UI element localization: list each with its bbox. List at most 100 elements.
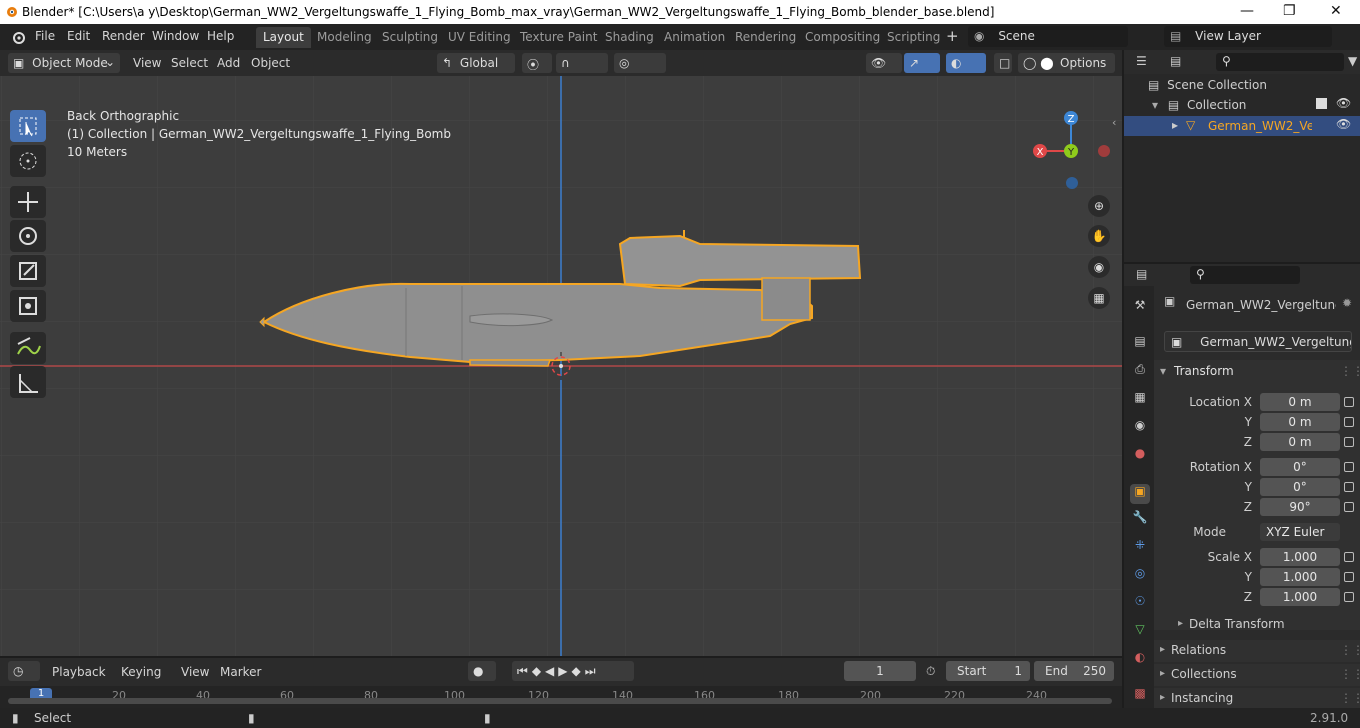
xray-toggle[interactable]: □ (994, 53, 1012, 73)
collections-section[interactable]: ▸ Collections ⋮⋮ (1154, 664, 1360, 686)
expand-arrow-icon[interactable]: ▾ (1152, 98, 1158, 112)
tab-layout[interactable]: Layout (256, 27, 311, 48)
particles-tab-icon[interactable]: ⁜ (1130, 538, 1150, 558)
menu-render[interactable]: Render (102, 29, 145, 43)
drag-handle-icon[interactable]: ⋮⋮ (1340, 667, 1360, 681)
collection-checkbox[interactable] (1316, 98, 1327, 109)
maximize-button[interactable]: ❐ (1283, 3, 1296, 19)
orientation-dropdown[interactable]: ↰ Global (437, 53, 515, 73)
lock-icon[interactable] (1344, 572, 1354, 582)
current-frame-field[interactable]: 1 (844, 661, 916, 681)
lock-icon[interactable] (1344, 462, 1354, 472)
editor-type-icon[interactable]: ☰ (1136, 54, 1147, 68)
tab-modeling[interactable]: Modeling (310, 27, 379, 48)
filter-icon[interactable]: ▼ (1348, 54, 1357, 68)
playback-controls[interactable]: ⏮◆◀▶◆⏭ (512, 661, 634, 681)
expand-arrow-icon[interactable]: ▸ (1178, 618, 1183, 629)
tab-shading[interactable]: Shading (598, 27, 661, 48)
constraints-tab-icon[interactable]: ☉ (1130, 594, 1150, 614)
blender-menu-icon[interactable] (10, 29, 26, 45)
lock-icon[interactable] (1344, 417, 1354, 427)
drag-handle-icon[interactable]: ⋮⋮ (1340, 691, 1360, 705)
zoom-icon[interactable]: ⊕ (1088, 195, 1110, 217)
editor-type-icon[interactable]: ▤ (1136, 267, 1147, 281)
lock-icon[interactable] (1344, 592, 1354, 602)
tab-rendering[interactable]: Rendering (728, 27, 803, 48)
lock-icon[interactable] (1344, 482, 1354, 492)
timeline-menu-keying[interactable]: Keying (121, 665, 161, 679)
measure-tool[interactable] (10, 366, 46, 398)
delta-transform-header[interactable]: Delta Transform (1189, 617, 1285, 631)
rotation-mode-dropdown[interactable]: XYZ Euler (1260, 523, 1340, 541)
end-frame-field[interactable]: End 250 (1034, 661, 1114, 681)
expand-arrow-icon[interactable]: ▸ (1172, 118, 1178, 132)
rotation-x-field[interactable]: 0° (1260, 458, 1340, 476)
timeline-menu-view[interactable]: View (181, 665, 209, 679)
visibility-button[interactable]: 👁 (866, 53, 902, 73)
camera-icon[interactable]: ◉ (1088, 256, 1110, 278)
viewport-menu-view[interactable]: View (133, 56, 161, 70)
object-data-field[interactable]: ▣ German_WW2_Vergeltungswaffe_1_Flying_B… (1164, 331, 1352, 352)
object-visibility-eye-icon[interactable]: 👁 (1336, 117, 1351, 131)
snap-button[interactable]: ∩ (556, 53, 608, 73)
scale-x-field[interactable]: 1.000 (1260, 548, 1340, 566)
scale-z-field[interactable]: 1.000 (1260, 588, 1340, 606)
auto-keying-toggle[interactable]: ● (468, 661, 496, 681)
location-y-field[interactable]: 0 m (1260, 413, 1340, 431)
menu-window[interactable]: Window (152, 29, 199, 43)
physics-tab-icon[interactable]: ◎ (1130, 566, 1150, 586)
sidebar-collapse-icon[interactable]: ‹ (1112, 116, 1116, 129)
relations-section[interactable]: ▸ Relations ⋮⋮ (1154, 640, 1360, 662)
tab-sculpting[interactable]: Sculpting (375, 27, 445, 48)
location-z-field[interactable]: 0 m (1260, 433, 1340, 451)
data-tab-icon[interactable]: ▽ (1130, 622, 1150, 642)
proportional-edit-button[interactable]: ◎ (614, 53, 666, 73)
rotation-z-field[interactable]: 90° (1260, 498, 1340, 516)
timeline-menu-marker[interactable]: Marker (220, 665, 261, 679)
outliner-row-collection[interactable]: ▾ ▤ Collection 👁 (1152, 96, 1360, 112)
close-button[interactable]: ✕ (1330, 3, 1342, 19)
tab-uv-editing[interactable]: UV Editing (441, 27, 518, 48)
timeline-scrollbar[interactable] (8, 698, 1112, 704)
lock-icon[interactable] (1344, 397, 1354, 407)
tab-texture-paint[interactable]: Texture Paint (513, 27, 604, 48)
scale-y-field[interactable]: 1.000 (1260, 568, 1340, 586)
expand-arrow-icon[interactable]: ▾ (1160, 364, 1166, 378)
outliner-row-object[interactable]: ▸ ▽ German_WW2_Vergeltungswaffe_1_Flying… (1124, 116, 1360, 136)
gizmo-toggle[interactable]: ↗ (904, 53, 940, 73)
drag-handle-icon[interactable]: ⋮⋮ (1340, 364, 1360, 378)
outliner-search-input[interactable]: ⚲ (1216, 53, 1344, 71)
render-tab-icon[interactable]: ▤ (1130, 334, 1150, 354)
lock-icon[interactable] (1344, 502, 1354, 512)
play-icon[interactable]: ▶ (558, 664, 571, 678)
material-tab-icon[interactable]: ◐ (1130, 650, 1150, 670)
collection-visibility-eye-icon[interactable]: 👁 (1336, 96, 1351, 110)
prev-keyframe-icon[interactable]: ◆ (532, 664, 545, 678)
timeline-menu-playback[interactable]: Playback (52, 665, 106, 679)
scene-tab-icon[interactable]: ◉ (1130, 418, 1150, 438)
transform-header[interactable]: Transform (1174, 364, 1234, 378)
object-tab-icon[interactable]: ▣ (1130, 484, 1150, 504)
viewport-menu-select[interactable]: Select (171, 56, 208, 70)
tab-scripting[interactable]: Scripting (880, 27, 947, 48)
tab-compositing[interactable]: Compositing (798, 27, 887, 48)
overlays-toggle[interactable]: ◐ (946, 53, 986, 73)
world-tab-icon[interactable]: ● (1130, 446, 1150, 466)
properties-search-input[interactable]: ⚲ (1190, 266, 1300, 284)
drag-handle-icon[interactable]: ⋮⋮ (1340, 643, 1360, 657)
pan-hand-icon[interactable]: ✋ (1088, 225, 1110, 247)
wireframe-shading-icon[interactable]: ◯ (1023, 56, 1036, 70)
perspective-grid-icon[interactable]: ▦ (1088, 287, 1110, 309)
texture-tab-icon[interactable]: ▩ (1130, 686, 1150, 706)
options-dropdown[interactable]: Options (1055, 53, 1115, 73)
display-mode-icon[interactable]: ▤ (1170, 54, 1181, 68)
transform-tool[interactable] (10, 290, 46, 322)
output-tab-icon[interactable]: ⎙ (1130, 362, 1150, 382)
tool-tab-icon[interactable]: ⚒ (1130, 298, 1150, 318)
location-x-field[interactable]: 0 m (1260, 393, 1340, 411)
menu-file[interactable]: File (35, 29, 55, 43)
pivot-point-button[interactable]: ⦿ (522, 53, 552, 73)
view-layer-tab-icon[interactable]: ▦ (1130, 390, 1150, 410)
cursor-tool[interactable] (10, 145, 46, 177)
timeline-ruler[interactable]: 1 20 40 60 80 100 120 140 160 180 200 22… (0, 686, 1122, 708)
